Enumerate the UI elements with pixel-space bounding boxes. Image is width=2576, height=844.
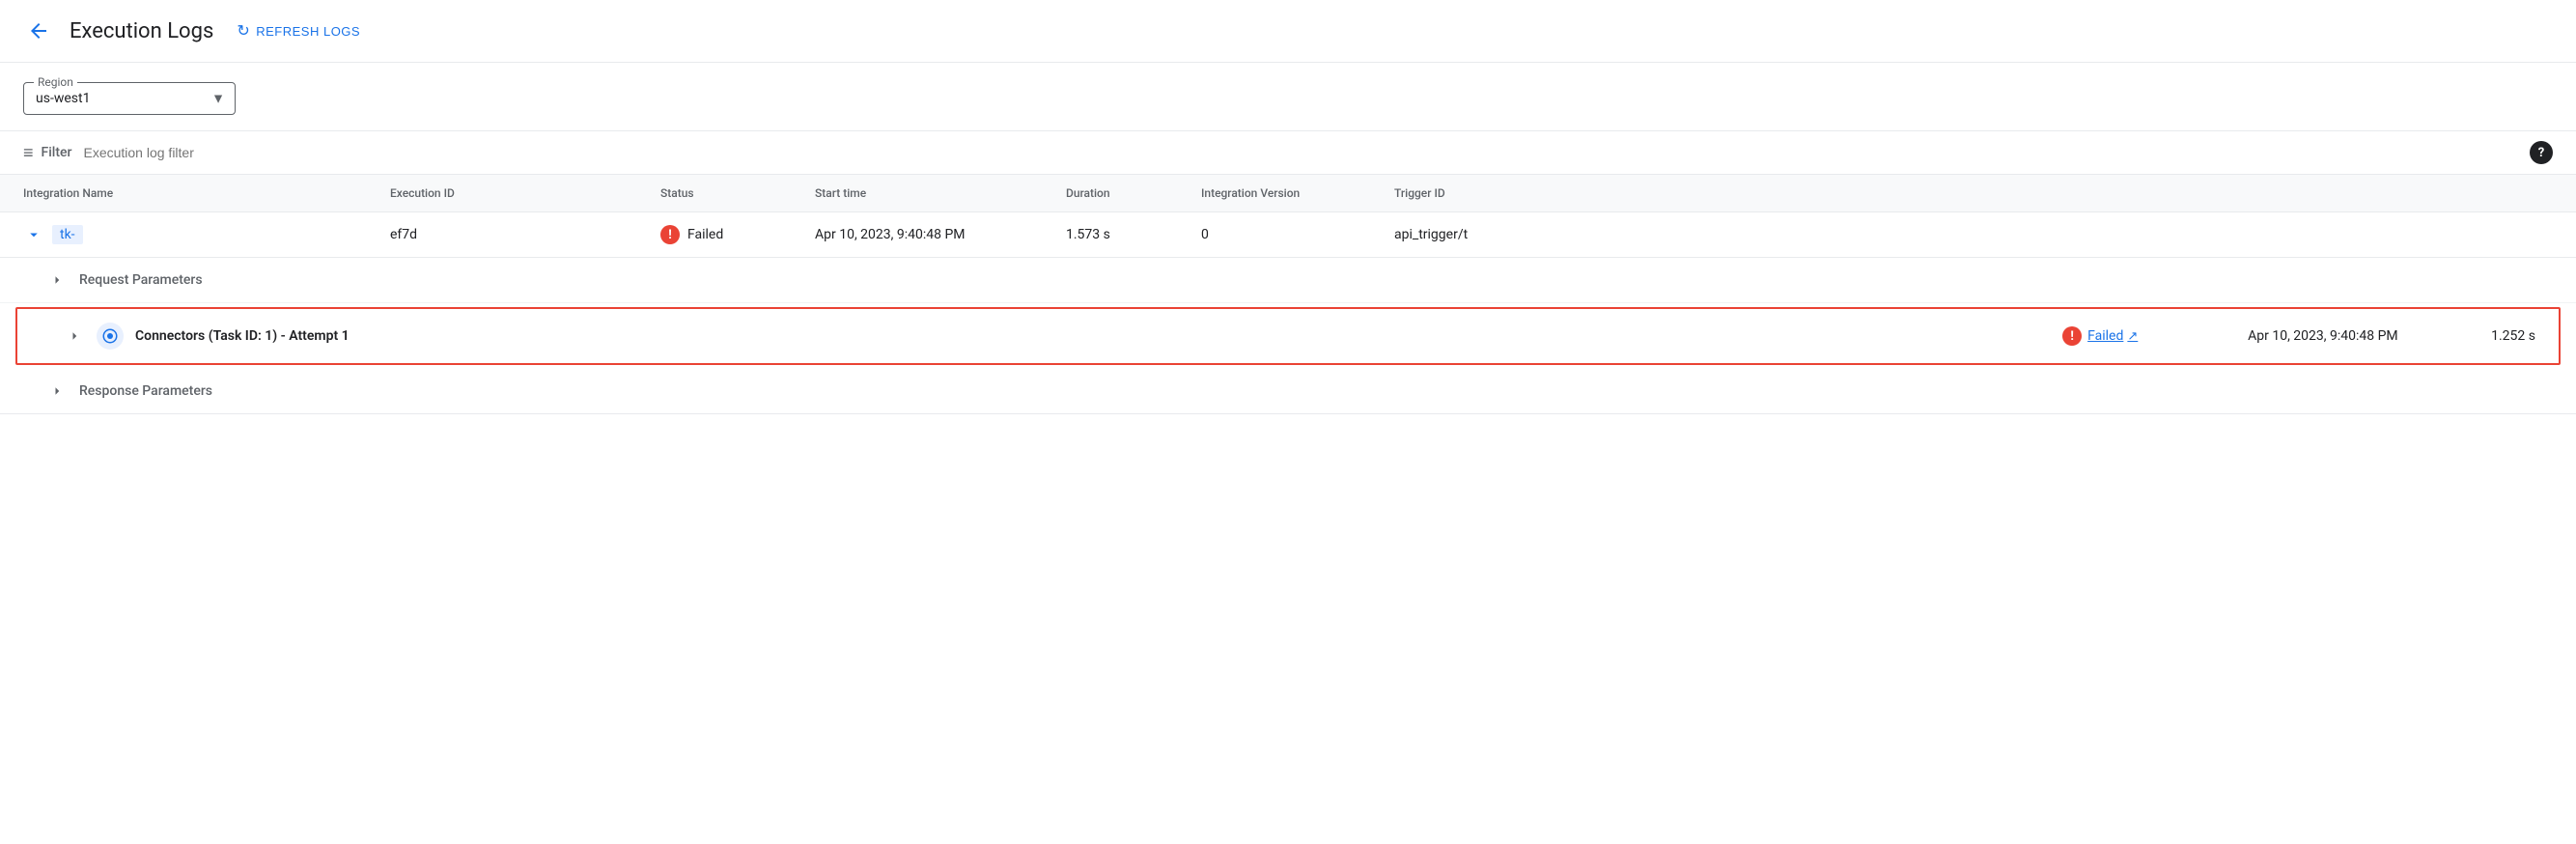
connector-start-time: Apr 10, 2023, 9:40:48 PM <box>2248 328 2479 344</box>
expand-connector-button[interactable] <box>64 325 85 347</box>
request-parameters-row: Request Parameters <box>0 258 2576 303</box>
back-button[interactable] <box>23 15 54 46</box>
external-link-icon: ↗ <box>2127 329 2138 344</box>
refresh-label: REFRESH LOGS <box>256 24 360 39</box>
status-cell: ! Failed <box>660 225 815 244</box>
col-execution-id: Execution ID <box>390 184 660 202</box>
col-integration-version: Integration Version <box>1201 184 1394 202</box>
filter-label: Filter <box>42 145 72 160</box>
expand-request-button[interactable] <box>46 269 68 291</box>
table-row: tk- ef7d ! Failed Apr 10, 2023, 9:40:48 … <box>0 212 2576 258</box>
response-parameters-row: Response Parameters <box>0 369 2576 413</box>
error-icon: ! <box>660 225 680 244</box>
integration-name-cell: tk- <box>23 224 390 245</box>
connector-icon <box>97 323 124 350</box>
chevron-down-icon: ▼ <box>211 91 225 107</box>
status-text: Failed <box>687 227 723 242</box>
filter-input[interactable] <box>83 145 2518 160</box>
expand-response-button[interactable] <box>46 380 68 402</box>
sub-rows: Request Parameters Connectors (Task ID: … <box>0 258 2576 414</box>
filter-lines-icon: ≡ <box>23 143 34 163</box>
connector-duration: 1.252 s <box>2491 328 2535 344</box>
trigger-id: api_trigger/t <box>1394 227 2553 242</box>
col-trigger-id: Trigger ID <box>1394 184 2553 202</box>
region-label: Region <box>34 75 77 89</box>
refresh-icon: ↻ <box>237 21 250 41</box>
integration-version: 0 <box>1201 227 1394 242</box>
table-header: Integration Name Execution ID Status Sta… <box>0 175 2576 212</box>
expand-row-button[interactable] <box>23 224 44 245</box>
connector-status-cell: ! Failed ↗ <box>2062 326 2236 346</box>
request-parameters-label: Request Parameters <box>79 272 203 288</box>
connector-failed-link[interactable]: Failed ↗ <box>2087 328 2138 344</box>
page-header: Execution Logs ↻ REFRESH LOGS <box>0 0 2576 63</box>
response-parameters-label: Response Parameters <box>79 383 212 399</box>
col-status: Status <box>660 184 815 202</box>
duration: 1.573 s <box>1066 227 1201 242</box>
col-start-time: Start time <box>815 184 1066 202</box>
region-value: us-west1 <box>36 91 90 106</box>
region-select[interactable]: Region us-west1 ▼ <box>23 82 236 115</box>
page-title: Execution Logs <box>70 19 213 43</box>
help-icon[interactable]: ? <box>2530 141 2553 164</box>
connector-row[interactable]: Connectors (Task ID: 1) - Attempt 1 ! Fa… <box>15 307 2561 365</box>
filter-bar: ≡ Filter ? <box>0 130 2576 175</box>
integration-name-link[interactable]: tk- <box>52 225 83 244</box>
connector-error-icon: ! <box>2062 326 2082 346</box>
connector-label: Connectors (Task ID: 1) - Attempt 1 <box>135 328 350 344</box>
refresh-button[interactable]: ↻ REFRESH LOGS <box>237 21 360 41</box>
execution-id: ef7d <box>390 227 660 242</box>
col-integration-name: Integration Name <box>23 184 390 202</box>
filter-label-group: ≡ Filter <box>23 143 71 163</box>
region-section: Region us-west1 ▼ <box>0 63 2576 130</box>
start-time: Apr 10, 2023, 9:40:48 PM <box>815 227 1066 242</box>
col-duration: Duration <box>1066 184 1201 202</box>
